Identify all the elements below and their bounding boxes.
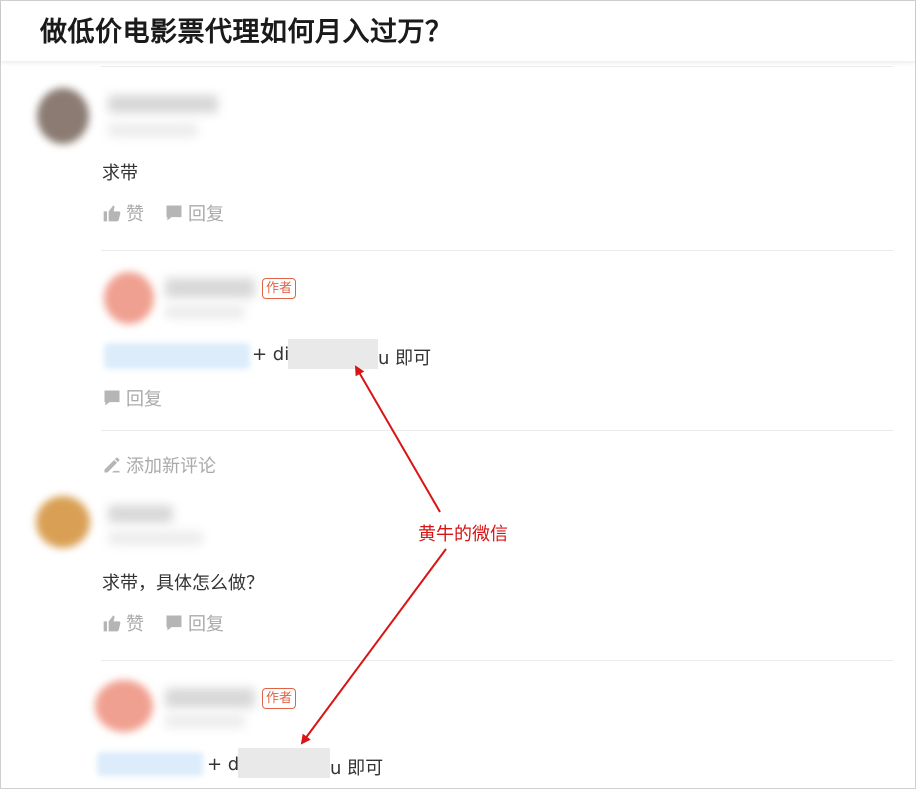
reply-text-suffix: u 即可 [330,758,384,779]
divider [101,660,893,661]
add-comment-button[interactable]: 添加新评论 [102,452,216,478]
add-comment-label: 添加新评论 [126,456,216,477]
speech-bubble-icon [104,390,120,406]
reply-button[interactable]: 回复 [164,610,224,636]
reply-label: 回复 [188,204,224,225]
reply-button[interactable]: 回复 [164,200,224,226]
author-badge: 作者 [262,278,297,299]
timestamp-blurred [108,123,198,137]
divider [101,250,893,251]
like-label: 赞 [126,614,144,635]
speech-bubble-icon [166,615,182,631]
comment-text: 求带 [102,163,138,184]
reply-label: 回复 [126,389,162,410]
author-badge: 作者 [262,688,297,709]
username-blurred[interactable] [108,95,218,113]
thumbs-up-icon [103,615,121,632]
author-name-blurred[interactable] [165,278,255,298]
timestamp-blurred [165,305,245,319]
reply-text-prefix: + di [252,344,290,365]
redacted-wechat [288,339,378,369]
pencil-icon [104,457,120,473]
comment-text: 求带，具体怎么做？ [102,573,264,594]
avatar[interactable] [36,496,90,548]
like-label: 赞 [126,204,144,225]
redacted-contact [97,752,203,776]
reply-label: 回复 [188,614,224,635]
timestamp-blurred [108,531,203,545]
like-button[interactable]: 赞 [102,610,144,636]
redacted-contact [104,343,250,369]
thumbs-up-icon [103,205,121,222]
reply-text-suffix: u 即可 [378,348,432,369]
reply-button[interactable]: 回复 [102,385,162,411]
page-header: 做低价电影票代理如何月入过万？ [1,1,915,61]
divider [101,66,893,67]
reply-text-prefix: + d [207,754,240,775]
avatar[interactable] [37,88,89,144]
author-name-blurred[interactable] [165,688,255,708]
author-avatar[interactable] [104,272,154,324]
redacted-wechat [238,748,330,778]
like-button[interactable]: 赞 [102,200,144,226]
divider [101,430,893,431]
page-title: 做低价电影票代理如何月入过万？ [40,17,453,48]
annotation-label: 黄牛的微信 [418,524,508,545]
speech-bubble-icon [166,205,182,221]
username-blurred[interactable] [108,505,173,523]
timestamp-blurred [165,714,245,728]
author-avatar[interactable] [95,680,153,732]
